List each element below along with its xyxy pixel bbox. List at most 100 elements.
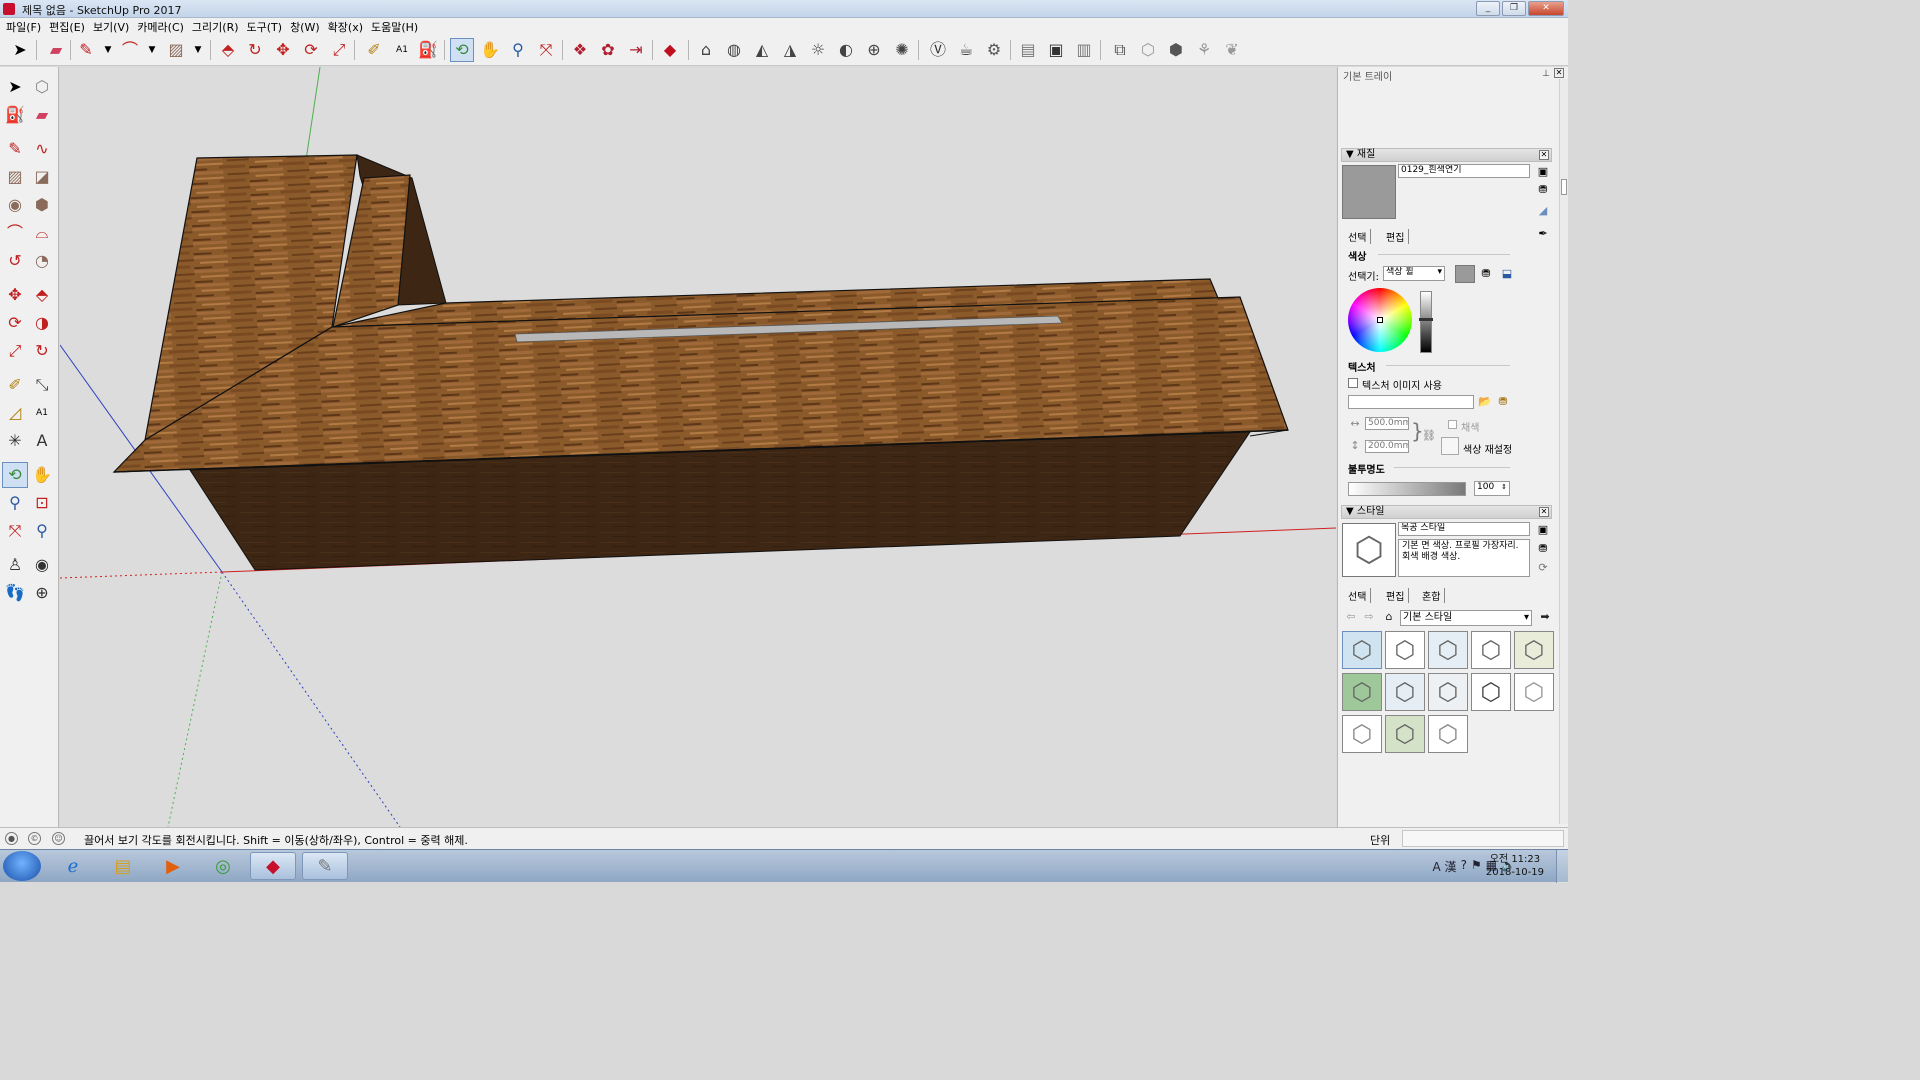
measurements-box[interactable] (1402, 830, 1564, 847)
styles-panel-header[interactable]: ▼ 스타일 ✕ (1341, 505, 1552, 519)
update-style-icon[interactable]: ⟳ (1536, 561, 1550, 575)
sketchup-taskbar-icon[interactable]: ◆ (250, 852, 296, 880)
user-icon[interactable]: ☺ (52, 832, 65, 845)
internet-explorer-icon[interactable]: ℯ (50, 852, 96, 880)
dimension-tool-icon[interactable]: ⤡ (29, 372, 55, 398)
brightness-slider[interactable] (1419, 291, 1433, 353)
section-plane-icon[interactable]: ⌂ (694, 38, 718, 62)
grass-icon[interactable]: ⚘ (1192, 38, 1216, 62)
create-style-icon[interactable]: ⛃ (1536, 542, 1550, 556)
move-icon[interactable]: ✥ (271, 38, 295, 62)
previous-view-tool-icon[interactable]: ⚲ (29, 518, 55, 544)
close-button[interactable]: ✕ (1528, 1, 1564, 16)
rotated-rectangle-tool-icon[interactable]: ◪ (29, 164, 55, 190)
texture-cube-icon[interactable]: ⛃ (1496, 395, 1510, 409)
eraser-tool-icon[interactable]: ▰ (29, 102, 55, 128)
back-arrow-icon[interactable]: ⇦ (1344, 610, 1358, 624)
menu-help[interactable]: 도움말(H) (369, 18, 424, 35)
help-icon[interactable]: ? (1461, 858, 1467, 875)
start-button[interactable] (3, 851, 41, 881)
menu-file[interactable]: 파일(F) (4, 18, 47, 35)
chrome-icon[interactable]: ◎ (200, 852, 246, 880)
pan-tool-icon[interactable]: ✋ (29, 462, 55, 488)
styles-tab-mix[interactable]: 혼합 (1418, 588, 1446, 603)
zoom-extents-tool-icon[interactable]: ⤧ (2, 518, 28, 544)
forward-arrow-icon[interactable]: ⇨ (1362, 610, 1376, 624)
ruby-gem-icon[interactable]: ◆ (658, 38, 682, 62)
style-thumbnail[interactable]: ⬡ (1514, 673, 1554, 711)
home-icon[interactable]: ⌂ (1382, 610, 1396, 624)
two-point-arc-tool-icon[interactable]: ⌓ (29, 220, 55, 246)
hidden-line-icon[interactable]: ◐ (834, 38, 858, 62)
styles-close-button[interactable]: ✕ (1539, 507, 1549, 517)
style-thumbnail[interactable]: ⬡ (1342, 673, 1382, 711)
axes-tool-icon[interactable]: ✳ (2, 428, 28, 454)
menu-view[interactable]: 보기(V) (91, 18, 135, 35)
style-thumbnail[interactable]: ⬡ (1342, 631, 1382, 669)
line-dropdown-icon[interactable]: ▼ (96, 38, 120, 62)
line-icon[interactable]: ✎ (74, 38, 98, 62)
zoom-tool-icon[interactable]: ⚲ (2, 490, 28, 516)
use-texture-checkbox[interactable] (1348, 378, 1358, 388)
follow-me-tool-icon[interactable]: ◑ (29, 310, 55, 336)
texture-height-field[interactable]: 200.0mm (1365, 440, 1409, 453)
style-name-field[interactable]: 목공 스타일 (1398, 522, 1530, 536)
menu-window[interactable]: 창(W) (288, 18, 326, 35)
right-view-icon[interactable]: ▣ (1044, 38, 1068, 62)
circle-tool-icon[interactable]: ◉ (2, 192, 28, 218)
menu-edit[interactable]: 편집(E) (47, 18, 91, 35)
three-point-arc-tool-icon[interactable]: ↺ (2, 248, 28, 274)
media-player-icon[interactable]: ▶ (150, 852, 196, 880)
style-thumbnail[interactable]: ⬡ (1342, 715, 1382, 753)
line-tool-icon[interactable]: ✎ (2, 136, 28, 162)
styles-tab-select[interactable]: 선택 (1344, 588, 1372, 603)
text-tool-icon[interactable]: A1 (29, 400, 55, 426)
sun-icon[interactable]: ☼ (806, 38, 830, 62)
zoom-extents-icon[interactable]: ⤧ (534, 38, 558, 62)
credits-icon[interactable]: © (28, 832, 41, 845)
text-icon[interactable]: A1 (390, 38, 414, 62)
style-thumbnail[interactable]: ⬡ (1428, 715, 1468, 753)
orbit-tool-icon[interactable]: ⟲ (2, 462, 28, 488)
polygon-tool-icon[interactable]: ⬢ (29, 192, 55, 218)
match-color-screen-icon[interactable]: ⬓ (1500, 267, 1514, 281)
rectangle-tool-icon[interactable]: ▨ (2, 164, 28, 190)
minimize-button[interactable]: _ (1476, 1, 1500, 16)
drawing-viewport[interactable] (60, 67, 1336, 827)
color-wheel[interactable] (1348, 288, 1412, 352)
extension-warehouse-icon[interactable]: ✿ (596, 38, 620, 62)
paint-tool-icon[interactable]: ⛽ (2, 102, 28, 128)
flag-icon[interactable]: ⚑ (1471, 858, 1482, 875)
xray-icon[interactable]: ◭ (750, 38, 774, 62)
shadows-icon[interactable]: ◮ (778, 38, 802, 62)
menu-camera[interactable]: 카메라(C) (135, 18, 190, 35)
style-description[interactable]: 기본 면 색상. 프로필 가장자리. 회색 배경 색상. (1398, 539, 1530, 577)
orbit-icon[interactable]: ⟲ (450, 38, 474, 62)
colorize-checkbox[interactable] (1448, 420, 1457, 429)
style-thumbnail[interactable]: ⬡ (1385, 673, 1425, 711)
select-tool-icon[interactable]: ➤ (2, 74, 28, 100)
sandbox-icon[interactable]: Ⓥ (926, 38, 950, 62)
send-to-layout-icon[interactable]: ⇥ (624, 38, 648, 62)
layers-icon[interactable]: ⧉ (1108, 38, 1132, 62)
look-around-tool-icon[interactable]: ◉ (29, 552, 55, 578)
tray-close-button[interactable]: ✕ (1554, 68, 1564, 78)
leaf-icon[interactable]: ❦ (1220, 38, 1244, 62)
3d-warehouse-icon[interactable]: ❖ (568, 38, 592, 62)
push-pull-icon[interactable]: ⬘ (216, 38, 240, 62)
style-display-secondary-icon[interactable]: ▣ (1536, 523, 1550, 537)
select-icon[interactable]: ➤ (8, 38, 32, 62)
style-thumbnail[interactable]: ⬡ (1471, 673, 1511, 711)
geo-location-icon[interactable]: ● (5, 832, 18, 845)
material-swatch[interactable] (1342, 165, 1396, 219)
wireframe-icon[interactable]: ⊕ (862, 38, 886, 62)
style-thumbnail[interactable]: ⬡ (1385, 715, 1425, 753)
texture-path-field[interactable] (1348, 395, 1474, 409)
opacity-field[interactable]: 100 ⇕ (1474, 481, 1510, 496)
rotate-tool-icon[interactable]: ⟳ (2, 310, 28, 336)
component-tool-icon[interactable]: ⬡ (29, 74, 55, 100)
arc-icon[interactable]: ⌒ (118, 38, 142, 62)
rotate-icon[interactable]: ⟳ (299, 38, 323, 62)
style-thumbnail[interactable]: ⬡ (1514, 631, 1554, 669)
scale-icon[interactable]: ⤢ (327, 38, 351, 62)
